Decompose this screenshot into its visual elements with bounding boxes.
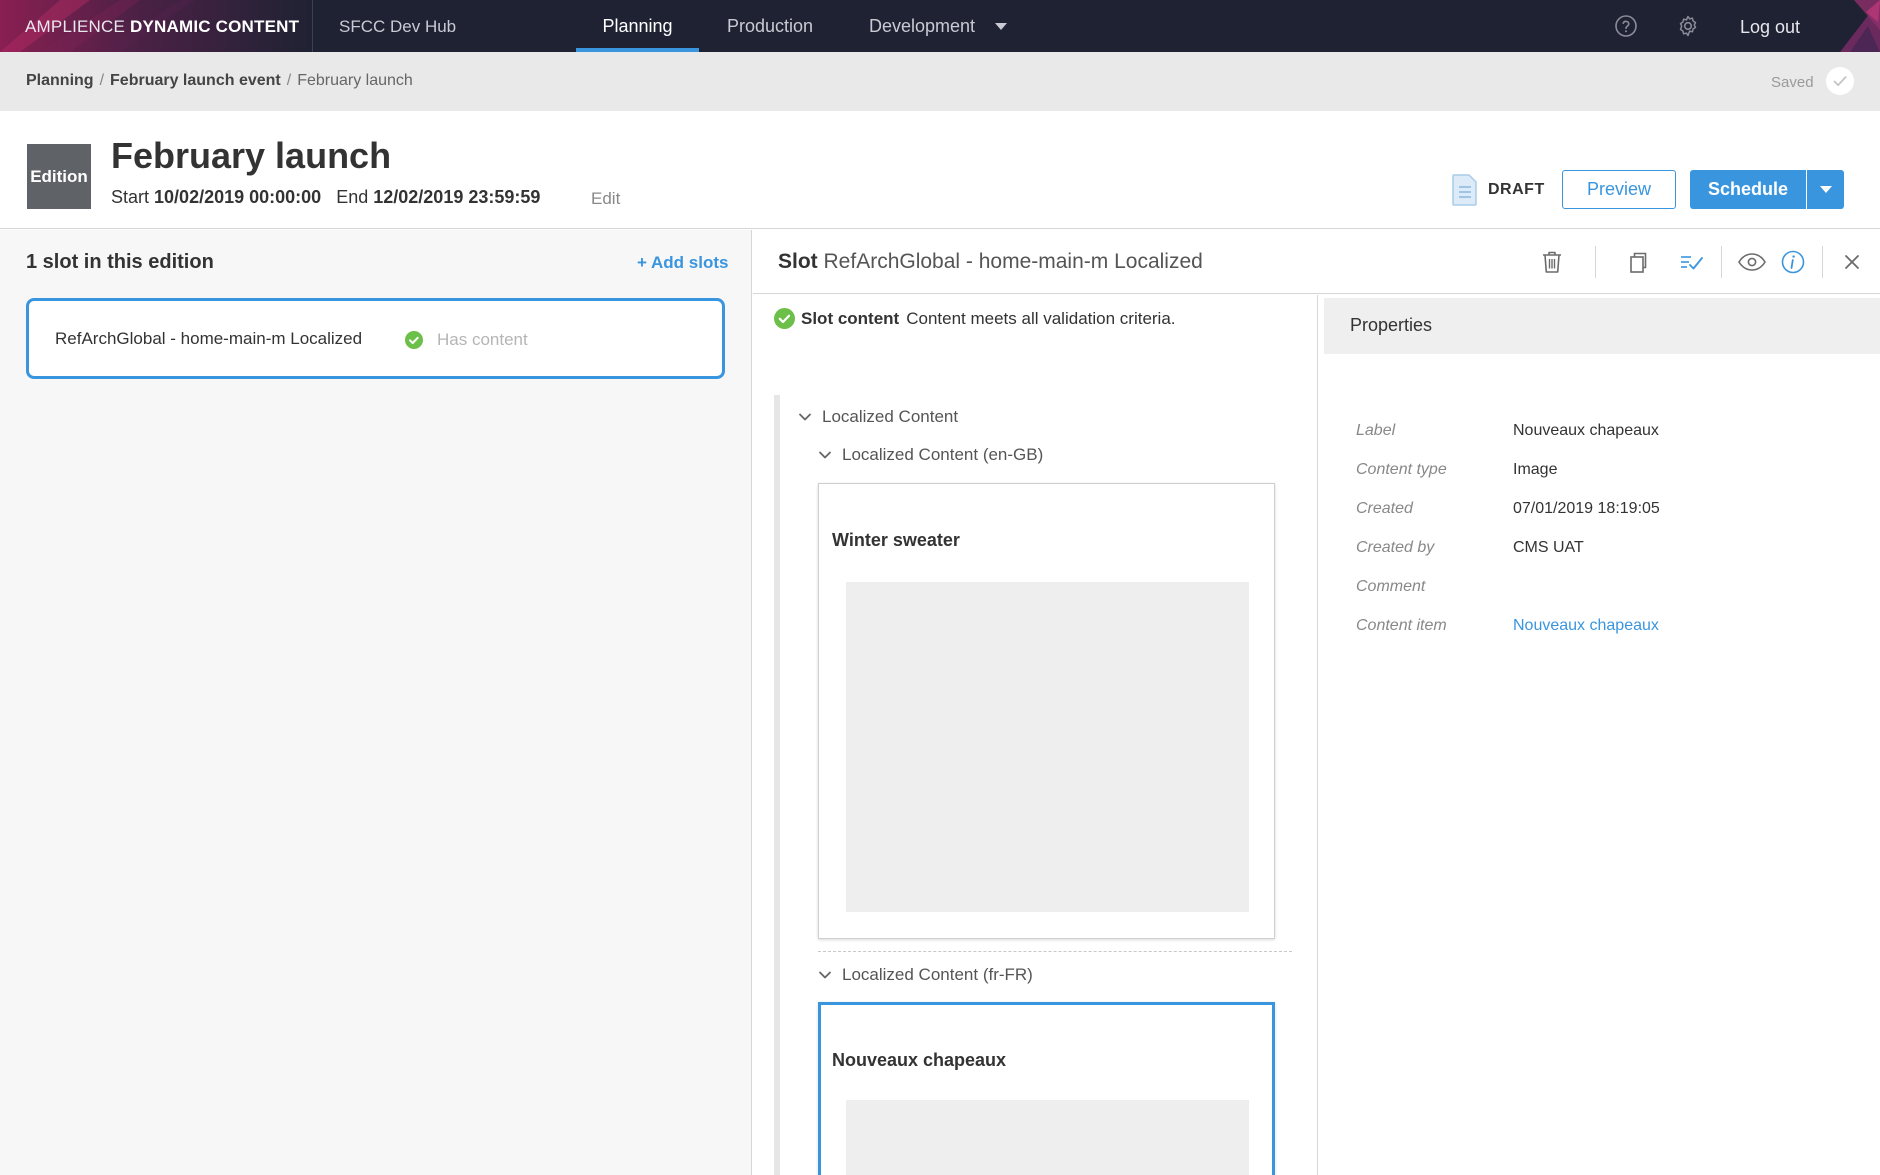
breadcrumb-current: February launch (297, 72, 413, 89)
brand-bold: DYNAMIC CONTENT (129, 17, 300, 36)
toolbar-divider (1721, 246, 1722, 278)
copy-icon[interactable] (1625, 249, 1651, 275)
property-label: Label (1356, 422, 1396, 439)
tab-development[interactable]: Development (858, 0, 1018, 52)
help-icon[interactable] (1614, 14, 1638, 38)
eye-icon[interactable] (1737, 249, 1767, 275)
breadcrumb: Planning / February launch event / February … (26, 72, 413, 90)
slot-toolbar: Slot RefArchGlobal - home-main-m Localiz… (753, 230, 1880, 294)
chevron-down-icon (995, 22, 1008, 30)
properties-header: Properties (1324, 298, 1880, 354)
schedule-dropdown-button[interactable] (1807, 170, 1844, 209)
slots-heading: 1 slot in this edition (26, 251, 214, 273)
validate-icon[interactable] (1678, 249, 1704, 275)
chevron-down-icon (1819, 186, 1832, 193)
preview-button[interactable]: Preview (1562, 170, 1676, 209)
page-title: February launch (111, 135, 392, 176)
content-card-en-gb[interactable]: Winter sweater (818, 483, 1275, 939)
tree-node-label: Localized Content (en-GB) (842, 445, 1044, 464)
saved-status: Saved (1771, 74, 1814, 91)
content-item-link[interactable]: Nouveaux chapeaux (1513, 617, 1659, 635)
edition-header: Edition February launch Start 10/02/2019… (0, 111, 1880, 229)
end-label: End (336, 187, 369, 207)
corner-decoration (1840, 0, 1880, 52)
validation-title: Slot content (801, 308, 900, 328)
chevron-down-icon (819, 971, 831, 979)
image-placeholder (846, 582, 1249, 912)
tree-guide-line (774, 395, 780, 1175)
content-card-fr-fr[interactable]: Nouveaux chapeaux (818, 1002, 1275, 1175)
info-icon[interactable] (1780, 249, 1806, 275)
property-value: Nouveaux chapeaux (1513, 422, 1659, 439)
property-label: Created by (1356, 539, 1435, 556)
check-circle-icon (405, 331, 423, 349)
tab-production-label: Production (726, 15, 814, 36)
image-placeholder (846, 1100, 1249, 1175)
breadcrumb-event[interactable]: February launch event (110, 72, 281, 89)
toolbar-divider (1822, 246, 1823, 278)
add-slots-button[interactable]: + Add slots (637, 253, 728, 273)
slot-title: Slot RefArchGlobal - home-main-m Localiz… (778, 250, 1203, 274)
tab-planning[interactable]: Planning (576, 0, 699, 52)
tab-planning-label: Planning (602, 15, 673, 36)
chevron-down-icon (799, 413, 811, 421)
content-card-title: Winter sweater (832, 530, 960, 550)
breadcrumb-separator: / (99, 72, 105, 89)
slot-content-panel: Slot content Content meets all validatio… (753, 295, 1318, 1175)
toolbar-divider (1595, 246, 1596, 278)
slots-panel: 1 slot in this edition + Add slots RefAr… (0, 230, 752, 1175)
breadcrumb-bar: Planning / February launch event / February … (0, 52, 1880, 111)
validation-message: Slot content Content meets all validatio… (774, 308, 1176, 329)
edition-badge: Edition (27, 144, 91, 209)
property-value: Image (1513, 461, 1558, 478)
tab-development-label: Development (868, 15, 976, 36)
property-value: CMS UAT (1513, 539, 1584, 556)
tree-node-localized-content[interactable]: Localized Content (798, 407, 958, 427)
end-date: 12/02/2019 23:59:59 (373, 187, 541, 207)
tree-node-en-gb[interactable]: Localized Content (en-GB) (818, 445, 1043, 465)
tree-node-fr-fr[interactable]: Localized Content (fr-FR) (818, 965, 1033, 985)
trash-icon[interactable] (1539, 249, 1565, 275)
slot-card-name: RefArchGlobal - home-main-m Localized (55, 329, 363, 348)
check-circle-icon (774, 308, 795, 329)
validation-text: Content meets all validation criteria. (906, 308, 1176, 328)
nav-divider (312, 0, 313, 52)
close-icon[interactable] (1842, 249, 1862, 275)
schedule-button[interactable]: Schedule (1690, 170, 1806, 209)
top-navigation: AMPLIENCE DYNAMIC CONTENT SFCC Dev Hub P… (0, 0, 1880, 52)
slot-card-status: Has content (437, 330, 528, 349)
property-label: Created (1356, 500, 1413, 517)
chevron-down-icon (819, 451, 831, 459)
hub-selector[interactable]: SFCC Dev Hub (339, 17, 456, 37)
properties-title: Properties (1350, 315, 1433, 335)
brand-logo[interactable]: AMPLIENCE DYNAMIC CONTENT (25, 17, 299, 37)
slot-title-prefix: Slot (778, 250, 818, 273)
breadcrumb-planning[interactable]: Planning (26, 72, 94, 89)
brand-light: AMPLIENCE (25, 17, 130, 36)
saved-check-icon (1826, 67, 1854, 95)
property-label: Content type (1356, 461, 1447, 478)
slot-title-name: RefArchGlobal - home-main-m Localized (823, 250, 1203, 273)
locale-divider (818, 951, 1292, 952)
property-label: Comment (1356, 578, 1426, 595)
breadcrumb-separator: / (286, 72, 292, 89)
gear-icon[interactable] (1676, 14, 1700, 38)
logout-button[interactable]: Log out (1740, 17, 1800, 38)
status-badge: DRAFT (1488, 181, 1545, 198)
tab-production[interactable]: Production (714, 0, 826, 52)
content-card-title: Nouveaux chapeaux (832, 1050, 1007, 1070)
tree-node-label: Localized Content (fr-FR) (842, 965, 1033, 984)
slot-card[interactable]: RefArchGlobal - home-main-m Localized Ha… (26, 298, 725, 379)
edition-dates: Start 10/02/2019 00:00:00 End 12/02/2019… (111, 187, 540, 208)
property-value: 07/01/2019 18:19:05 (1513, 500, 1660, 517)
start-label: Start (111, 187, 150, 207)
start-date: 10/02/2019 00:00:00 (154, 187, 322, 207)
property-label: Content item (1356, 617, 1447, 634)
properties-panel: Properties Label Nouveaux chapeaux Conte… (1319, 295, 1880, 1175)
tree-node-label: Localized Content (822, 407, 959, 426)
edit-dates-link[interactable]: Edit (591, 189, 620, 209)
document-icon (1452, 174, 1477, 206)
